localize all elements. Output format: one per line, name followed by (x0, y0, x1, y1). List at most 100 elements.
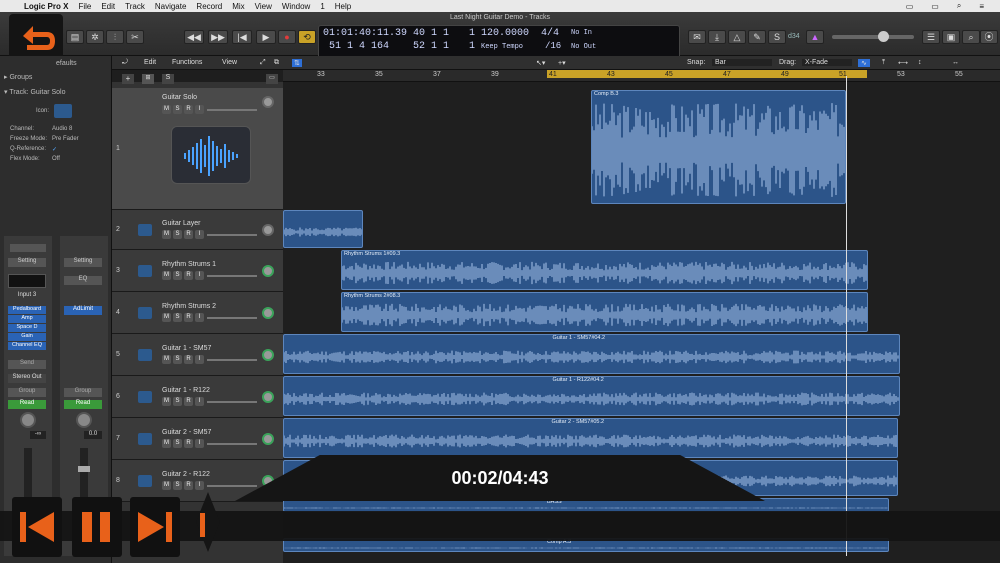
audio-region[interactable]: Rhythm Strums 2#08.3 (341, 292, 868, 332)
track-solo-button[interactable]: S (173, 439, 182, 448)
menu-view[interactable]: View (255, 2, 272, 11)
audio-region[interactable] (283, 210, 363, 248)
functions-menu[interactable]: Functions (172, 59, 202, 66)
track-input-button[interactable]: I (195, 313, 204, 322)
volume-slider[interactable] (207, 275, 257, 277)
eq-thumbnail-left[interactable] (8, 274, 46, 288)
menu-record[interactable]: Record (196, 2, 222, 11)
note-pad-icon[interactable]: ▣ (942, 30, 960, 44)
track-header-5[interactable]: 5 Guitar 1 - SM57 M S R I (112, 334, 283, 376)
record-button[interactable]: ● (278, 30, 296, 44)
track-record-button[interactable]: R (184, 271, 193, 280)
plugin-slot[interactable]: Channel EQ (8, 342, 46, 350)
track-name[interactable]: Guitar 1 - R122 (162, 387, 210, 394)
menu-mix[interactable]: Mix (232, 2, 244, 11)
track-name[interactable]: Rhythm Strums 2 (162, 303, 216, 310)
menu-1[interactable]: 1 (320, 2, 324, 11)
lcd-tempo-mode[interactable]: Keep Tempo (481, 43, 523, 51)
audio-region[interactable]: Guitar 2 - SM57#05.2 (283, 418, 898, 458)
track-name[interactable]: Guitar 2 - R122 (162, 471, 210, 478)
browser-icon[interactable]: ⌕ (962, 30, 980, 44)
pan-knob-left[interactable] (20, 412, 36, 428)
track-name[interactable]: Rhythm Strums 1 (162, 261, 216, 268)
marquee-tool-icon[interactable]: +▾ (558, 59, 566, 67)
track-input-button[interactable]: I (195, 355, 204, 364)
track-header-7[interactable]: 7 Guitar 2 - SM57 M S R I (112, 418, 283, 460)
track-mute-button[interactable]: M (162, 105, 171, 114)
track-header-1[interactable]: 1 Guitar Solo M S R I (112, 88, 283, 210)
track-record-button[interactable]: R (184, 313, 193, 322)
track-mute-button[interactable]: M (162, 397, 171, 406)
catch-icon[interactable]: ⤢ (260, 59, 266, 67)
pan-knob[interactable] (262, 265, 274, 277)
volume-slider[interactable] (207, 401, 257, 403)
flex-icon[interactable]: ⇅ (292, 59, 302, 67)
eq-button-right[interactable]: EQ (64, 276, 102, 285)
channel-value[interactable]: Audio 8 (52, 126, 107, 132)
track-input-button[interactable]: I (195, 481, 204, 490)
pause-button[interactable] (72, 497, 122, 557)
lcd-tempo[interactable]: 120.0000 (481, 28, 529, 39)
track-solo-button[interactable]: S (173, 105, 182, 114)
pan-knob-right[interactable] (76, 412, 92, 428)
track-mute-button[interactable]: M (162, 481, 171, 490)
track-solo-button[interactable]: S (173, 397, 182, 406)
track-input-button[interactable]: I (195, 105, 204, 114)
menu-edit[interactable]: Edit (101, 2, 115, 11)
fader-handle-right[interactable] (78, 466, 90, 472)
vertical-zoom-icon[interactable]: ⤒ (882, 59, 885, 67)
track-name[interactable]: Guitar 1 - SM57 (162, 345, 211, 352)
track-record-button[interactable]: R (184, 105, 193, 114)
scissors-icon[interactable]: ✂ (126, 30, 144, 44)
cycle-region[interactable] (547, 70, 867, 78)
playhead[interactable] (846, 76, 847, 556)
global-tracks-icon[interactable]: ▭ (266, 74, 278, 84)
send-slot[interactable]: Send (8, 360, 46, 369)
track-mute-button[interactable]: M (162, 230, 171, 239)
flex-value[interactable]: Off (52, 156, 107, 162)
track-icon[interactable] (138, 391, 152, 403)
master-volume-slider[interactable] (832, 31, 914, 42)
audio-region[interactable]: Guitar 1 - SM57#04.2 (283, 334, 900, 374)
track-input-button[interactable]: I (195, 230, 204, 239)
menu-navigate[interactable]: Navigate (155, 2, 187, 11)
track-mute-button[interactable]: M (162, 271, 171, 280)
apple-loops-icon[interactable]: ⦿ (980, 30, 998, 44)
metronome-icon[interactable]: △ (728, 30, 746, 44)
tuner-icon[interactable]: S (768, 30, 786, 44)
lcd-signature[interactable]: 4/4 (541, 28, 559, 39)
track-record-button[interactable]: R (184, 397, 193, 406)
track-icon-large[interactable] (171, 126, 251, 184)
menu-track[interactable]: Track (125, 2, 145, 11)
adlimit-slot[interactable]: AdLimit (64, 306, 102, 315)
volume-slider[interactable] (207, 443, 257, 445)
pan-knob[interactable] (262, 349, 274, 361)
qref-check[interactable]: ✓ (52, 146, 107, 153)
group-slot-right[interactable]: Group (64, 388, 102, 397)
track-mute-button[interactable]: M (162, 439, 171, 448)
settings-icon[interactable]: ✲ (86, 30, 104, 44)
track-record-button[interactable]: R (184, 230, 193, 239)
waveform-zoom-icon[interactable]: ∿ (858, 59, 870, 67)
view-menu[interactable]: View (222, 59, 237, 66)
track-mute-button[interactable]: M (162, 355, 171, 364)
volume-slider[interactable] (207, 317, 257, 319)
cycle-button[interactable]: ⟲ (298, 30, 316, 44)
master-volume-handle[interactable] (878, 31, 889, 42)
airplay-icon[interactable]: ▭ (906, 2, 914, 11)
list-editors-icon[interactable]: ☰ (922, 30, 940, 44)
drag-select[interactable]: X-Fade (802, 59, 852, 66)
output-slot[interactable]: Stereo Out (8, 374, 46, 383)
track-icon[interactable] (138, 224, 152, 236)
menu-app[interactable]: Logic Pro X (24, 2, 68, 11)
volume-slider[interactable] (207, 109, 257, 111)
track-solo-button[interactable]: S (173, 355, 182, 364)
volume-slider[interactable] (207, 485, 257, 487)
back-arrow-small-icon[interactable]: ⤾ (122, 59, 128, 67)
track-header-3[interactable]: 3 Rhythm Strums 1 MSRI (112, 250, 283, 292)
track-icon[interactable] (138, 475, 152, 487)
track-icon[interactable] (138, 307, 152, 319)
horizontal-zoom-icon[interactable]: ⟷ (898, 59, 908, 67)
track-options-icon[interactable]: ⊞ (142, 74, 154, 84)
volume-slider[interactable] (207, 234, 257, 236)
